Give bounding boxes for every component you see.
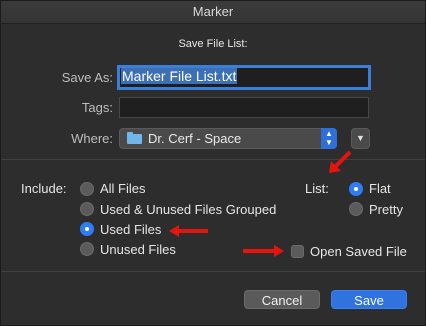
divider-top <box>1 159 425 160</box>
radio-unused-files-label[interactable]: Unused Files <box>100 242 176 257</box>
radio-unused-files[interactable] <box>80 242 94 256</box>
up-down-chevron-icon: ▲ ▼ <box>321 128 337 149</box>
radio-pretty[interactable] <box>349 202 363 216</box>
chevron-down-icon: ▼ <box>356 133 365 143</box>
window-title: Marker <box>1 1 425 24</box>
tags-field[interactable] <box>119 97 369 118</box>
annotation-arrow-icon <box>329 150 352 173</box>
annotation-arrow-icon <box>243 245 284 257</box>
where-popup[interactable]: Dr. Cerf - Space ▲ ▼ <box>119 128 337 149</box>
divider-bottom <box>1 271 425 272</box>
expand-button[interactable]: ▼ <box>351 128 370 149</box>
dialog-title: Save File List: <box>178 38 248 50</box>
radio-used-unused-grouped[interactable] <box>80 202 94 216</box>
save-as-label: Save As: <box>61 70 113 85</box>
cancel-button[interactable]: Cancel <box>244 290 320 309</box>
radio-used-files[interactable] <box>80 222 94 236</box>
open-saved-file-checkbox[interactable] <box>291 245 304 258</box>
save-as-value: Marker File List.txt <box>121 68 238 84</box>
where-value: Dr. Cerf - Space <box>148 131 242 146</box>
folder-icon <box>127 132 142 144</box>
radio-flat[interactable] <box>349 182 363 196</box>
open-saved-file-label[interactable]: Open Saved File <box>310 244 407 259</box>
annotation-arrow-icon <box>169 225 208 237</box>
radio-used-files-label[interactable]: Used Files <box>100 222 161 237</box>
radio-flat-label[interactable]: Flat <box>369 181 391 196</box>
radio-all-files-label[interactable]: All Files <box>100 181 146 196</box>
radio-pretty-label[interactable]: Pretty <box>369 202 403 217</box>
save-dialog-window: Marker Save File List: Save As: Marker F… <box>0 0 426 326</box>
save-as-field[interactable]: Marker File List.txt <box>117 65 371 90</box>
list-label: List: <box>305 181 329 196</box>
include-label: Include: <box>21 181 67 196</box>
radio-used-unused-grouped-label[interactable]: Used & Unused Files Grouped <box>100 202 276 217</box>
tags-label: Tags: <box>81 100 113 115</box>
save-button[interactable]: Save <box>331 290 407 309</box>
radio-all-files[interactable] <box>80 182 94 196</box>
where-label: Where: <box>71 131 113 146</box>
